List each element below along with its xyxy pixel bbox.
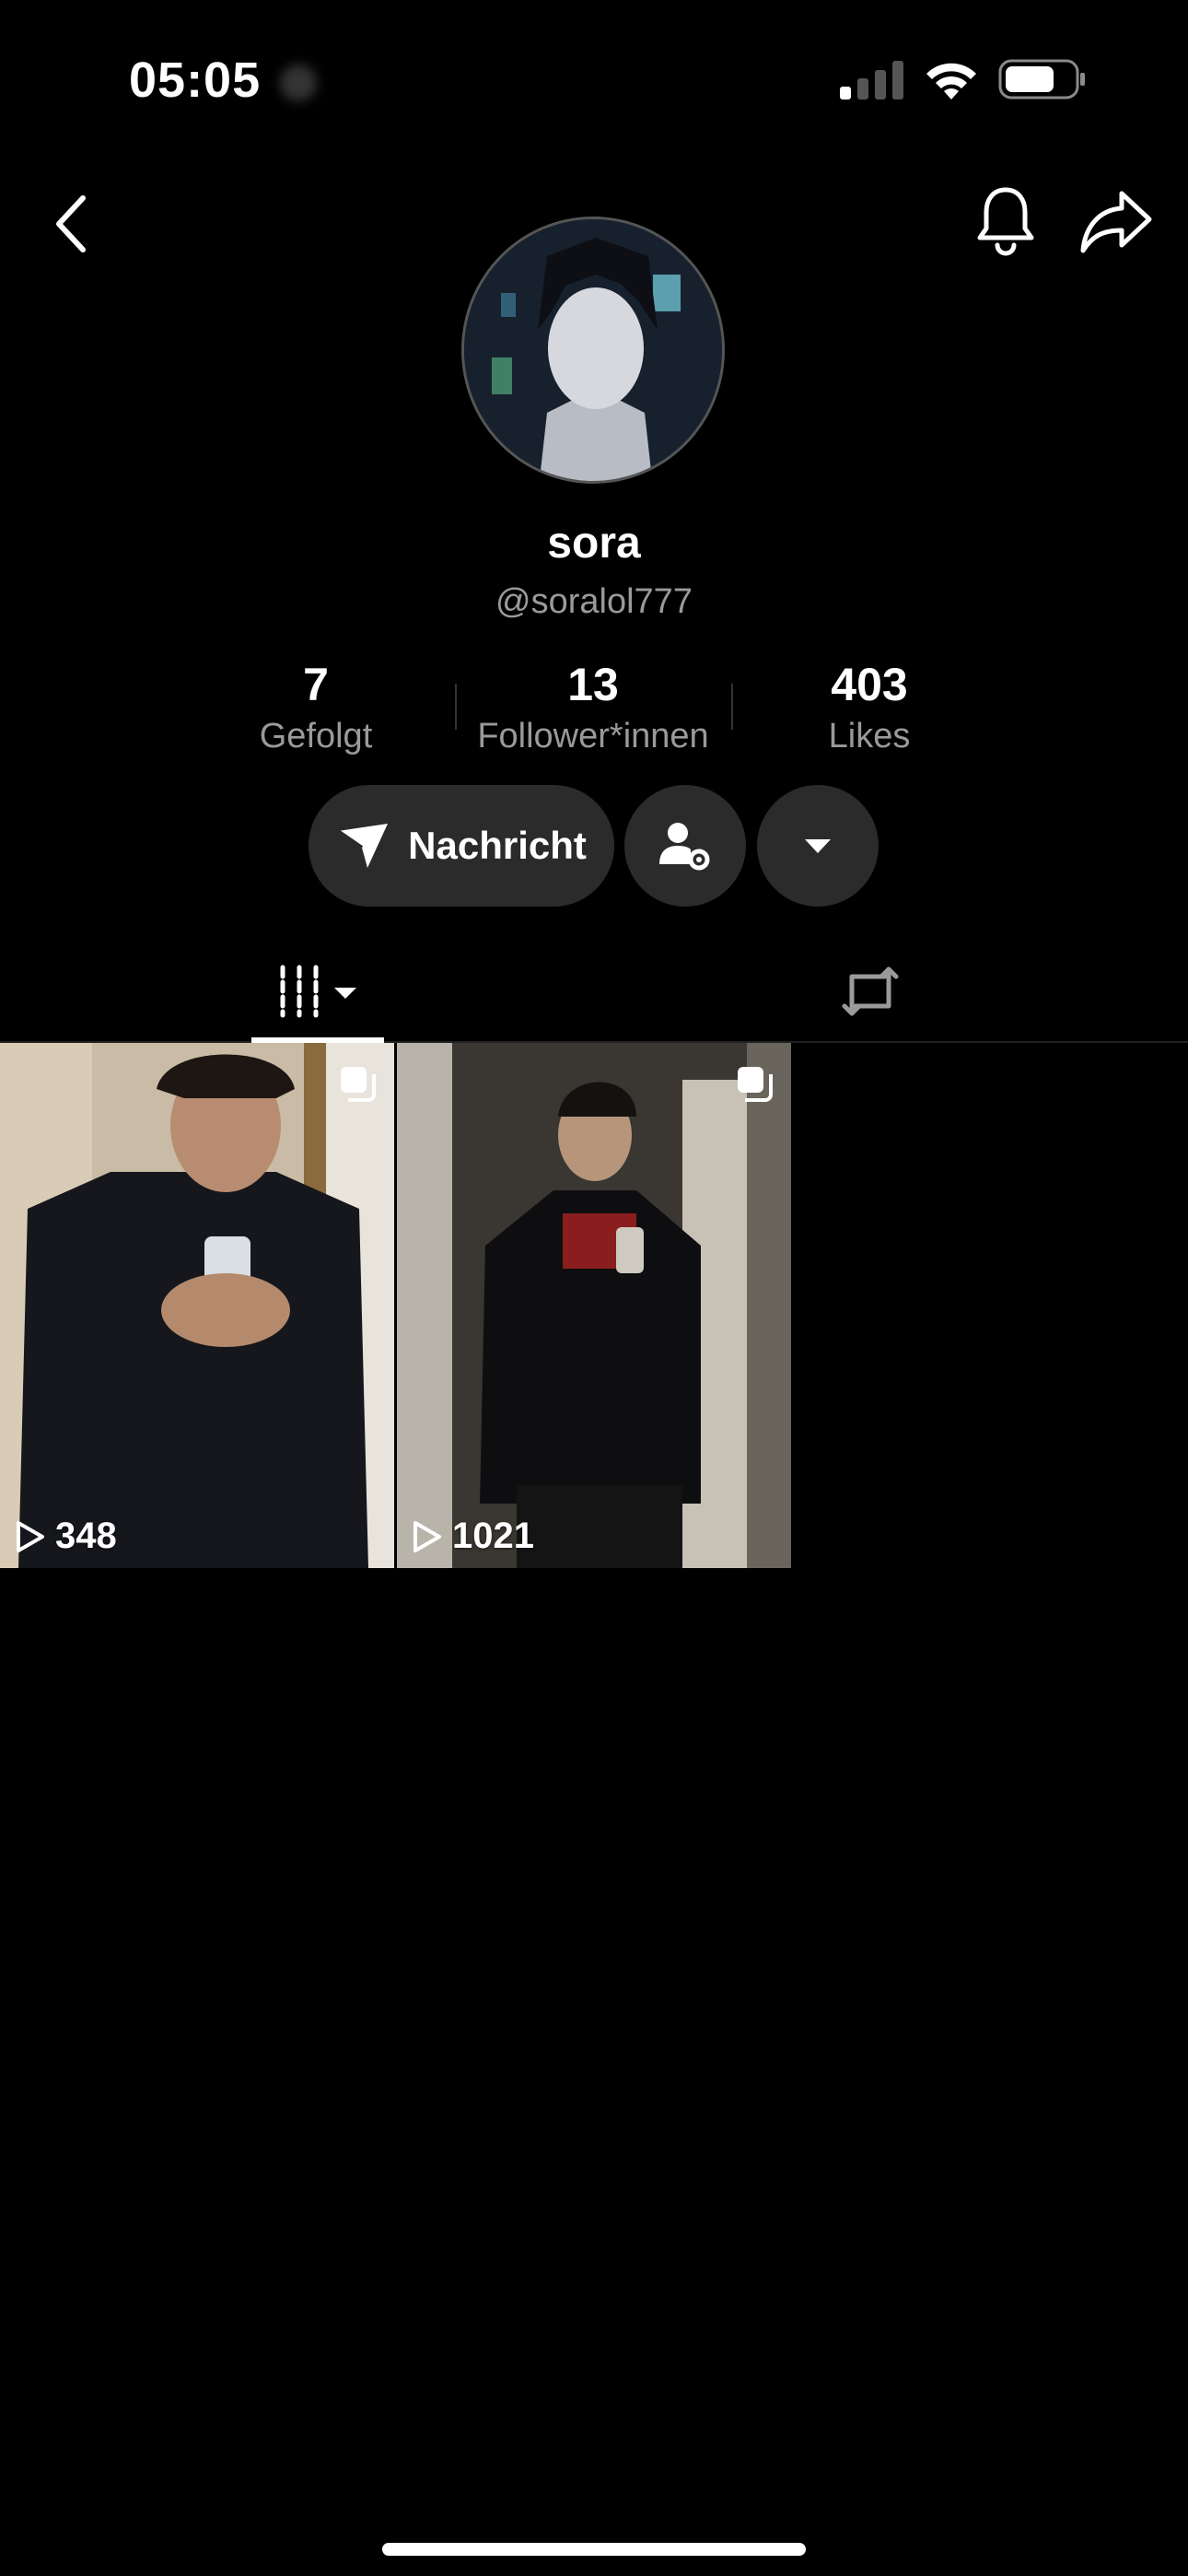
- likes-count: 403: [831, 659, 908, 710]
- video-thumbnail[interactable]: 348: [0, 1043, 394, 1568]
- status-indicator: [280, 64, 317, 101]
- followers-count: 13: [567, 659, 619, 710]
- multi-select-icon: [341, 1067, 376, 1102]
- video-thumbnail-image: [0, 1043, 394, 1568]
- followers-label: Follower*innen: [477, 717, 709, 755]
- cellular-signal-icon: [840, 61, 903, 100]
- user-settings-button[interactable]: [624, 785, 746, 907]
- play-icon: [413, 1520, 441, 1552]
- avatar: [461, 217, 725, 484]
- video-thumbnail-image: [397, 1043, 791, 1568]
- back-icon[interactable]: [46, 189, 98, 259]
- home-indicator[interactable]: [382, 2543, 806, 2556]
- tab-reposts[interactable]: [810, 940, 930, 1043]
- video-thumbnail[interactable]: 1021: [397, 1043, 791, 1568]
- wifi-icon: [926, 63, 976, 100]
- send-icon: [337, 824, 389, 868]
- view-count: 1021: [412, 1516, 534, 1557]
- play-icon: [17, 1520, 44, 1552]
- username-handle: @soralol777: [495, 582, 693, 621]
- status-bar: 05:05: [0, 0, 1188, 157]
- battery-icon: [998, 59, 1085, 100]
- profile-stats: 7 Gefolgt 13 Follower*innen 403 Likes: [0, 658, 1188, 759]
- message-button[interactable]: Nachricht: [309, 785, 614, 907]
- view-count: 348: [15, 1516, 117, 1557]
- user-settings-icon: [659, 823, 710, 871]
- view-count-value: 348: [55, 1516, 117, 1556]
- stat-followers[interactable]: 13 Follower*innen: [455, 658, 731, 756]
- caret-down-icon: [805, 839, 831, 853]
- message-label: Nachricht: [408, 824, 587, 867]
- display-name: sora: [547, 519, 641, 568]
- share-icon[interactable]: [1079, 188, 1153, 254]
- multi-select-icon: [738, 1067, 773, 1102]
- status-time: 05:05: [129, 53, 262, 108]
- following-count: 7: [303, 659, 329, 710]
- tab-videos[interactable]: [251, 940, 384, 1043]
- more-options-button[interactable]: [757, 785, 879, 907]
- stat-following[interactable]: 7 Gefolgt: [178, 658, 454, 756]
- likes-label: Likes: [828, 717, 911, 755]
- repost-icon: [842, 966, 899, 1016]
- stat-likes[interactable]: 403 Likes: [731, 658, 1007, 756]
- bell-icon[interactable]: [974, 184, 1037, 258]
- view-count-value: 1021: [452, 1516, 534, 1556]
- videos-grid-icon: [280, 965, 356, 1018]
- profile-tabs: [0, 940, 1188, 1043]
- following-label: Gefolgt: [259, 717, 373, 755]
